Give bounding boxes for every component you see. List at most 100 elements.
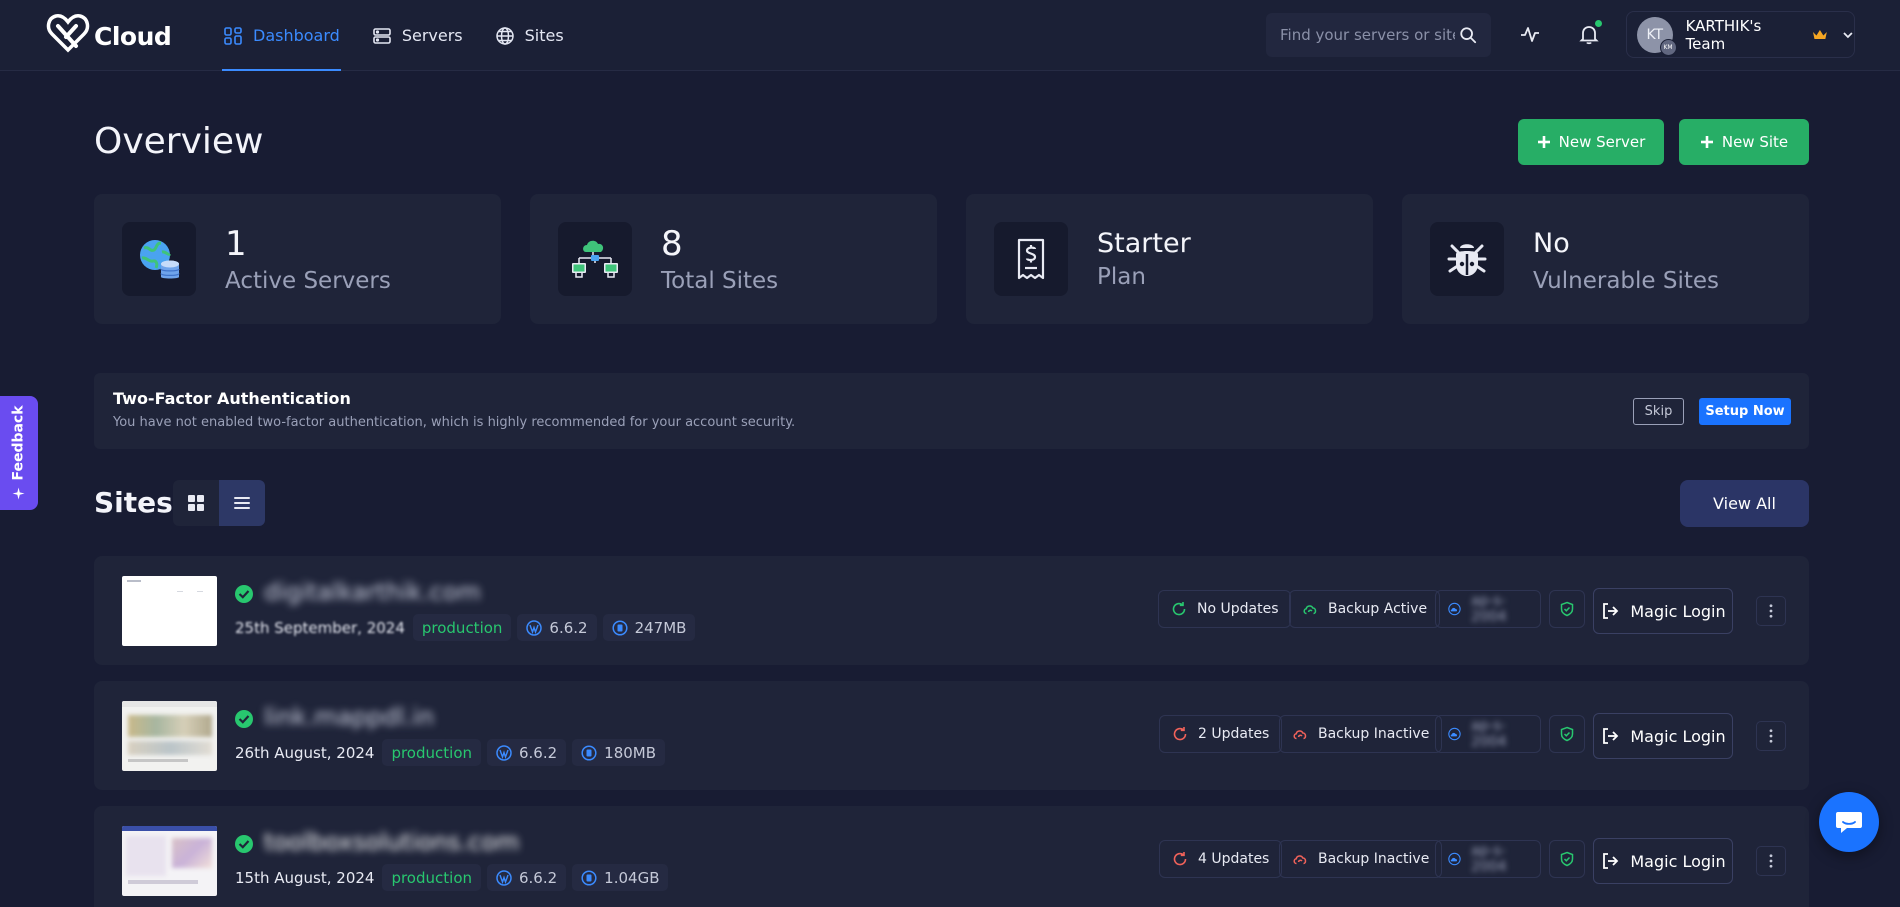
nav-dashboard-label: Dashboard (253, 26, 340, 45)
site-thumbnail[interactable] (122, 826, 217, 896)
skip-button[interactable]: Skip (1633, 398, 1684, 425)
magic-login-button[interactable]: Magic Login (1593, 588, 1733, 634)
cdn-value: ap-s-2004 (1470, 718, 1507, 750)
grid-view-button[interactable] (173, 480, 219, 526)
cdn-status[interactable]: ap-s-2004 (1435, 840, 1541, 878)
dashboard-grid-icon (224, 26, 242, 45)
site-size-value: 247MB (634, 618, 687, 637)
site-meta: 15th August, 2024 production 6.6.2 1.04G… (235, 864, 669, 891)
site-thumbnail[interactable] (122, 701, 217, 771)
site-thumbnail[interactable] (122, 576, 217, 646)
setup-now-button[interactable]: Setup Now (1699, 398, 1791, 425)
security-status[interactable] (1549, 840, 1585, 878)
security-status[interactable] (1549, 590, 1585, 628)
cloud-network-icon (572, 240, 618, 278)
security-status[interactable] (1549, 715, 1585, 753)
two-factor-banner: Two-Factor Authentication You have not e… (94, 373, 1809, 449)
storage-icon (581, 744, 597, 761)
site-name[interactable]: digitalkarthik.com (264, 578, 481, 606)
site-date: 15th August, 2024 (235, 868, 375, 887)
bug-icon (1447, 244, 1487, 276)
wordpress-icon (496, 744, 512, 761)
server-icon (373, 27, 391, 44)
more-options-button[interactable] (1756, 846, 1786, 876)
logo[interactable]: Cloud (46, 12, 172, 54)
new-server-button[interactable]: New Server (1518, 119, 1664, 165)
stat-value: No (1533, 228, 1570, 259)
search-input[interactable] (1280, 26, 1455, 44)
environment-badge: production (382, 864, 481, 891)
magic-login-label: Magic Login (1630, 726, 1726, 746)
cdn-status[interactable]: ap-s-2004 (1435, 715, 1541, 753)
plus-icon (1700, 136, 1713, 148)
site-row[interactable]: toolboxsolutions.com 15th August, 2024 p… (94, 806, 1809, 907)
receipt-dollar-icon (1017, 238, 1045, 280)
stat-label: Total Sites (661, 268, 779, 294)
cloud-sync-icon (1293, 730, 1307, 740)
stat-value: 1 (225, 224, 247, 264)
magic-login-button[interactable]: Magic Login (1593, 838, 1733, 884)
site-size-value: 1.04GB (604, 868, 660, 887)
backup-status[interactable]: Backup Inactive (1279, 840, 1443, 878)
wordpress-version: 6.6.2 (517, 614, 597, 641)
updates-label: 4 Updates (1198, 851, 1270, 867)
cloud-icon (1448, 602, 1461, 616)
list-view-button[interactable] (219, 480, 265, 526)
stat-icon-box (558, 222, 632, 296)
cdn-status[interactable]: ap-s-2004 (1435, 590, 1541, 628)
site-name[interactable]: link.mappdl.in (264, 703, 434, 731)
nav-servers[interactable]: Servers (371, 0, 464, 71)
new-site-button[interactable]: New Site (1679, 119, 1809, 165)
check-circle-icon (235, 585, 253, 603)
backup-status[interactable]: Backup Active (1289, 590, 1441, 628)
site-name[interactable]: toolboxsolutions.com (264, 828, 519, 856)
feedback-tab[interactable]: Feedback (0, 396, 38, 510)
stat-value: 8 (661, 224, 683, 264)
wordpress-version: 6.6.2 (487, 739, 567, 766)
stat-icon-box (1430, 222, 1504, 296)
nav-dashboard[interactable]: Dashboard (222, 0, 341, 71)
stat-label: Vulnerable Sites (1533, 268, 1720, 294)
search-icon[interactable] (1459, 25, 1477, 45)
team-name: KARTHIK's Team (1685, 16, 1762, 53)
cloud-icon (1448, 727, 1461, 741)
updates-status[interactable]: 4 Updates (1159, 840, 1283, 878)
site-size: 1.04GB (572, 864, 669, 891)
site-row[interactable]: digitalkarthik.com 25th September, 2024 … (94, 556, 1809, 665)
sites-title: Sites (94, 486, 173, 519)
activity-icon[interactable] (1518, 22, 1542, 46)
magic-login-button[interactable]: Magic Login (1593, 713, 1733, 759)
more-options-button[interactable] (1756, 721, 1786, 751)
crown-icon (1813, 29, 1828, 39)
team-switcher[interactable]: KT KM KARTHIK's Team (1626, 11, 1855, 58)
view-all-button[interactable]: View All (1680, 480, 1809, 527)
chevron-down-icon (1843, 31, 1853, 38)
site-date: 25th September, 2024 (235, 618, 405, 637)
nav-sites[interactable]: Sites (494, 0, 565, 71)
shield-check-icon (1560, 726, 1574, 742)
backup-label: Backup Inactive (1318, 851, 1430, 867)
backup-status[interactable]: Backup Inactive (1279, 715, 1443, 753)
wordpress-version-value: 6.6.2 (519, 868, 558, 887)
updates-label: No Updates (1197, 601, 1279, 617)
stat-label: Plan (1097, 264, 1146, 290)
updates-status[interactable]: 2 Updates (1159, 715, 1283, 753)
globe-database-icon (140, 240, 180, 279)
login-arrow-icon (1603, 853, 1619, 869)
more-vertical-icon (1769, 604, 1773, 618)
magic-login-label: Magic Login (1630, 851, 1726, 871)
updates-status[interactable]: No Updates (1158, 590, 1292, 628)
chat-button[interactable] (1819, 792, 1879, 852)
new-site-label: New Site (1721, 133, 1789, 151)
site-row[interactable]: link.mappdl.in 26th August, 2024 product… (94, 681, 1809, 790)
grid-icon (188, 495, 204, 511)
wordpress-version-value: 6.6.2 (519, 743, 558, 762)
stat-label: Active Servers (225, 268, 391, 294)
shield-check-icon (1560, 851, 1574, 867)
search-box[interactable] (1266, 13, 1491, 57)
cloud-icon (1448, 852, 1461, 866)
stat-card-vulnerable-sites: No Vulnerable Sites (1402, 194, 1809, 324)
cloud-sync-icon (1303, 605, 1317, 615)
stat-card-plan: Starter Plan (966, 194, 1373, 324)
more-options-button[interactable] (1756, 596, 1786, 626)
